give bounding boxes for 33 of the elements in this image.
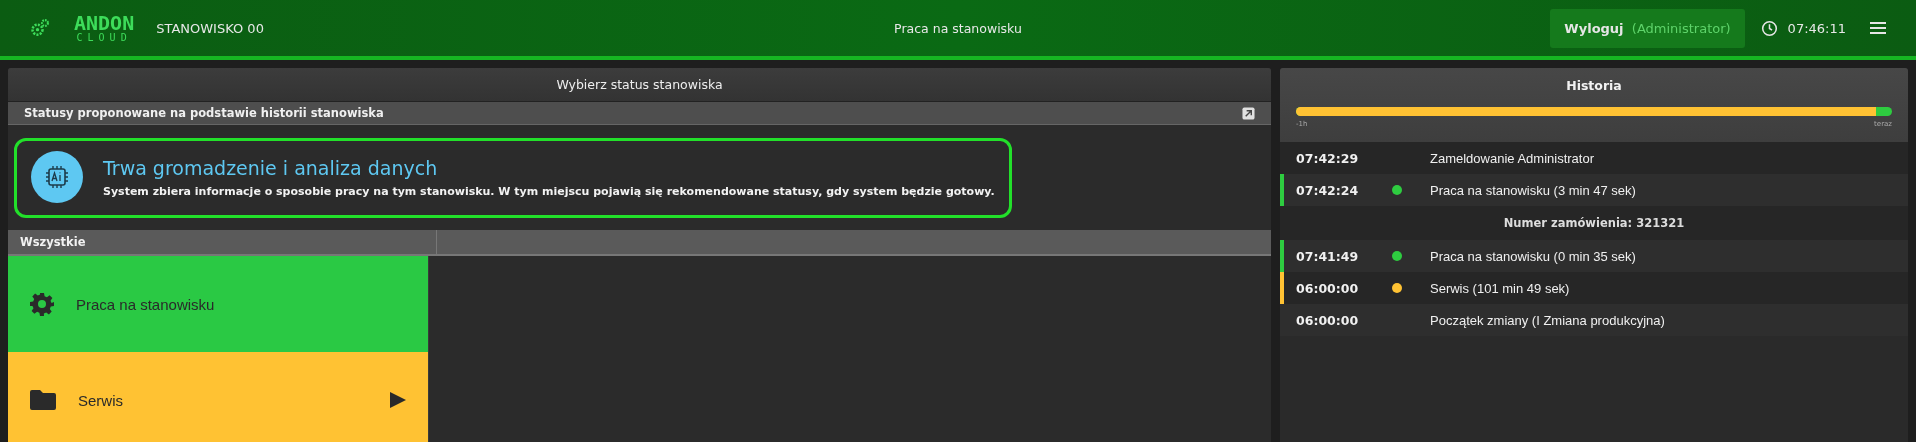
history-text: Początek zmiany (I Zmiana produkcyjna): [1429, 312, 1665, 328]
history-text: Praca na stanowisku (0 min 35 sek): [1429, 248, 1636, 264]
logout-button[interactable]: Wyloguj (Administrator): [1550, 8, 1745, 48]
panel-title: Historia: [1565, 78, 1623, 93]
notice-title: Trwa gromadzenie i analiza danych: [103, 156, 439, 179]
logo-subtext: CLOUD: [76, 33, 132, 43]
station-name: STANOWISKO 00: [156, 20, 264, 36]
menu-icon[interactable]: [1870, 22, 1886, 34]
order-number: Numer zamówienia: 321321: [1280, 206, 1908, 240]
history-text: Praca na stanowisku (3 min 47 sek): [1429, 182, 1636, 198]
expand-icon[interactable]: [1242, 106, 1255, 120]
logo-text: ANDON: [74, 13, 135, 33]
clock-icon: [1760, 19, 1778, 37]
gears-icon: [30, 18, 50, 38]
play-arrow-icon: [390, 392, 406, 408]
history-time: 07:41:49: [1295, 248, 1360, 264]
history-time: 07:42:24: [1295, 182, 1360, 198]
panel-title: Wybierz status stanowiska: [8, 68, 1271, 102]
folder-icon: [30, 390, 56, 410]
history-text: Serwis (101 min 49 sek): [1429, 280, 1570, 296]
category-header: Wszystkie: [8, 230, 437, 254]
history-text: Zameldowanie Administrator: [1429, 150, 1595, 166]
current-status: Praca na stanowisku: [894, 20, 1022, 36]
gear-icon: [30, 292, 54, 316]
status-button[interactable]: Praca na stanowisku: [8, 256, 428, 352]
history-time: 06:00:00: [1295, 280, 1360, 296]
ai-chip-icon: [31, 151, 83, 203]
history-time: 06:00:00: [1295, 312, 1360, 328]
status-button[interactable]: Serwis: [8, 352, 428, 442]
section-header: Statusy proponowane na podstawie historii stanowiska: [24, 106, 384, 120]
clock-time: 07:46:11: [1787, 20, 1846, 36]
history-time: 07:42:29: [1295, 150, 1360, 166]
notice-text: System zbiera informacje o sposobie pracy na tym stanowisku. W tym miejscu pojawią się rekomendowane statusy, gdy system będzie gotowy.: [103, 184, 995, 198]
